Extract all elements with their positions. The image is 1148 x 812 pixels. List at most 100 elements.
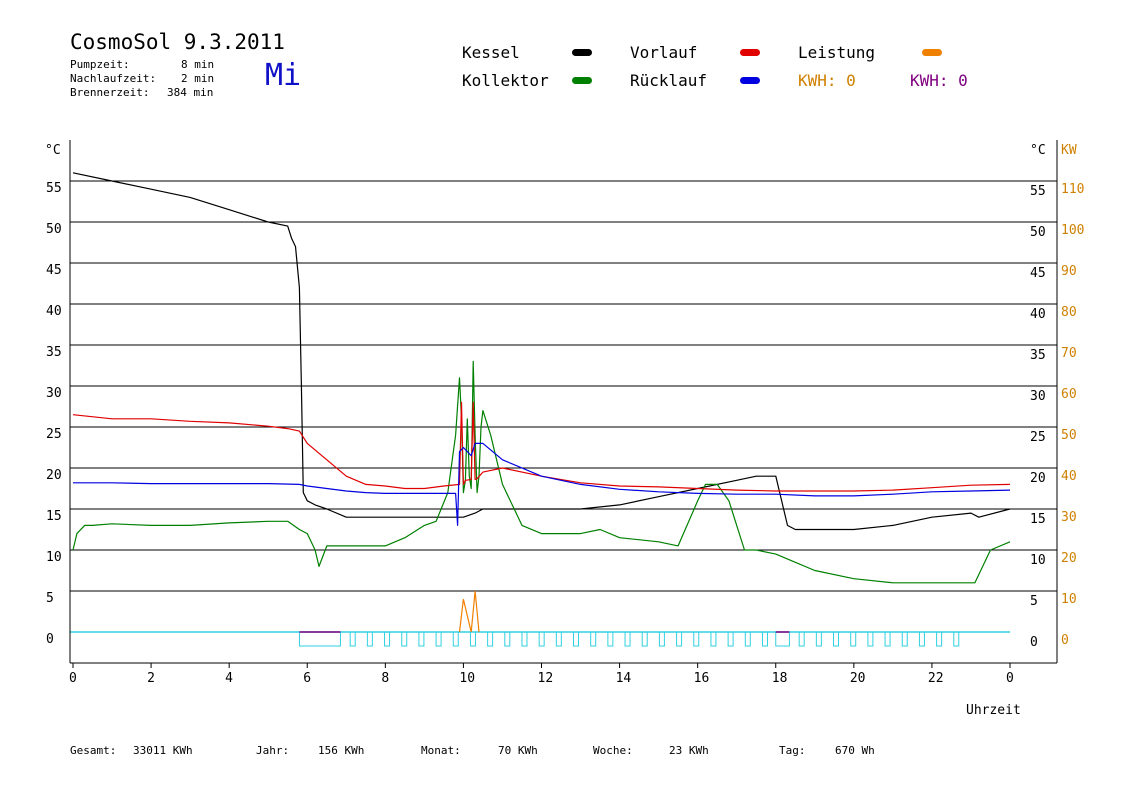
pump-marker	[384, 631, 391, 647]
woche-label: Woche:	[593, 744, 633, 757]
pump-marker	[693, 631, 700, 647]
kw-tick-label: 80	[1061, 305, 1077, 320]
pump-marker	[815, 631, 822, 647]
y-tick-label-left: 5	[46, 591, 54, 606]
pump-marker	[435, 631, 442, 647]
x-tick-label: 6	[303, 671, 311, 686]
y-tick-label-right: 20	[1030, 471, 1046, 486]
gesamt-value: 33011 KWh	[133, 744, 193, 757]
x-tick-label: 22	[928, 671, 944, 686]
y-tick-label-left: 20	[46, 468, 62, 483]
x-tick-label: 18	[772, 671, 788, 686]
x-tick-label: 8	[381, 671, 389, 686]
pump-marker	[867, 631, 874, 647]
y-tick-label-right: 35	[1030, 348, 1046, 363]
pump-marker	[727, 631, 734, 647]
y-tick-label-right: 25	[1030, 430, 1046, 445]
gesamt-label: Gesamt:	[70, 744, 117, 757]
y-tick-label-left: 25	[46, 427, 62, 442]
pump-marker	[452, 631, 459, 647]
pump-marker	[487, 631, 494, 647]
pump-marker	[538, 631, 545, 647]
ylabel-left: °C	[45, 143, 61, 158]
ylabel-right-kw: KW	[1061, 143, 1077, 158]
pump-marker	[469, 631, 476, 647]
tag-value: 670 Wh	[835, 744, 875, 757]
pump-marker	[901, 631, 908, 647]
x-tick-label: 20	[850, 671, 866, 686]
kw-tick-label: 100	[1061, 223, 1084, 238]
x-tick-label: 0	[1006, 671, 1014, 686]
kw-tick-label: 70	[1061, 346, 1077, 361]
temperature-chart: 0510152025303540455055 05101520253035404…	[45, 140, 1084, 718]
y-tick-label-right: 30	[1030, 389, 1046, 404]
x-tick-label: 16	[694, 671, 710, 686]
pump-marker	[401, 631, 408, 647]
kw-tick-label: 20	[1061, 551, 1077, 566]
y-tick-label-right: 45	[1030, 266, 1046, 281]
x-tick-label: 10	[459, 671, 475, 686]
pump-marker	[710, 631, 717, 647]
pump-marker	[607, 631, 614, 647]
pump-marker	[953, 631, 960, 647]
y-tick-label-left: 50	[46, 222, 62, 237]
series-line-vorlauf	[72, 401, 1011, 492]
y-tick-label-left: 15	[46, 509, 62, 524]
pump-marker	[658, 631, 665, 647]
pump-marker	[590, 631, 597, 647]
pump-marker	[798, 631, 805, 647]
pump-marker	[573, 631, 580, 647]
pump-marker	[761, 631, 768, 647]
kw-tick-label: 50	[1061, 428, 1077, 443]
y-tick-label-left: 35	[46, 345, 62, 360]
kw-tick-label: 60	[1061, 387, 1077, 402]
y-tick-label-right: 0	[1030, 635, 1038, 650]
kw-tick-label: 90	[1061, 264, 1077, 279]
y-tick-label-left: 45	[46, 263, 62, 278]
pump-marker	[676, 631, 683, 647]
jahr-value: 156 KWh	[318, 744, 365, 757]
ylabel-right-celsius: °C	[1030, 143, 1046, 158]
kw-tick-label: 110	[1061, 182, 1084, 197]
y-tick-label-left: 30	[46, 386, 62, 401]
pump-marker	[418, 631, 425, 647]
x-tick-label: 12	[538, 671, 554, 686]
y-tick-label-right: 5	[1030, 594, 1038, 609]
pump-marker	[521, 631, 528, 647]
pump-marker	[504, 631, 511, 647]
pump-marker	[744, 631, 751, 647]
monat-label: Monat:	[421, 744, 461, 757]
woche-value: 23 KWh	[669, 744, 709, 757]
x-tick-label: 4	[225, 671, 233, 686]
pump-block	[775, 631, 790, 647]
kw-tick-label: 10	[1061, 592, 1077, 607]
pump-marker	[936, 631, 943, 647]
pump-marker	[624, 631, 631, 647]
x-tick-label: 14	[616, 671, 632, 686]
y-tick-label-left: 0	[46, 632, 54, 647]
y-tick-label-right: 40	[1030, 307, 1046, 322]
pump-block	[298, 631, 341, 647]
y-tick-label-right: 50	[1030, 225, 1046, 240]
y-tick-label-right: 55	[1030, 184, 1046, 199]
pump-marker	[641, 631, 648, 647]
pump-marker	[555, 631, 562, 647]
pump-marker	[349, 631, 356, 647]
kw-tick-label: 30	[1061, 510, 1077, 525]
pump-marker	[833, 631, 840, 647]
series-line-leistung	[458, 590, 480, 633]
x-tick-label: 0	[69, 671, 77, 686]
y-tick-label-left: 10	[46, 550, 62, 565]
pump-marker	[850, 631, 857, 647]
pump-marker	[366, 631, 373, 647]
monat-value: 70 KWh	[498, 744, 538, 757]
y-tick-label-left: 40	[46, 304, 62, 319]
x-tick-label: 2	[147, 671, 155, 686]
y-tick-label-right: 15	[1030, 512, 1046, 527]
x-axis-label: Uhrzeit	[966, 703, 1021, 718]
kw-tick-label: 0	[1061, 633, 1069, 648]
y-tick-label-right: 10	[1030, 553, 1046, 568]
pump-marker	[884, 631, 891, 647]
kw-tick-label: 40	[1061, 469, 1077, 484]
jahr-label: Jahr:	[256, 744, 290, 757]
